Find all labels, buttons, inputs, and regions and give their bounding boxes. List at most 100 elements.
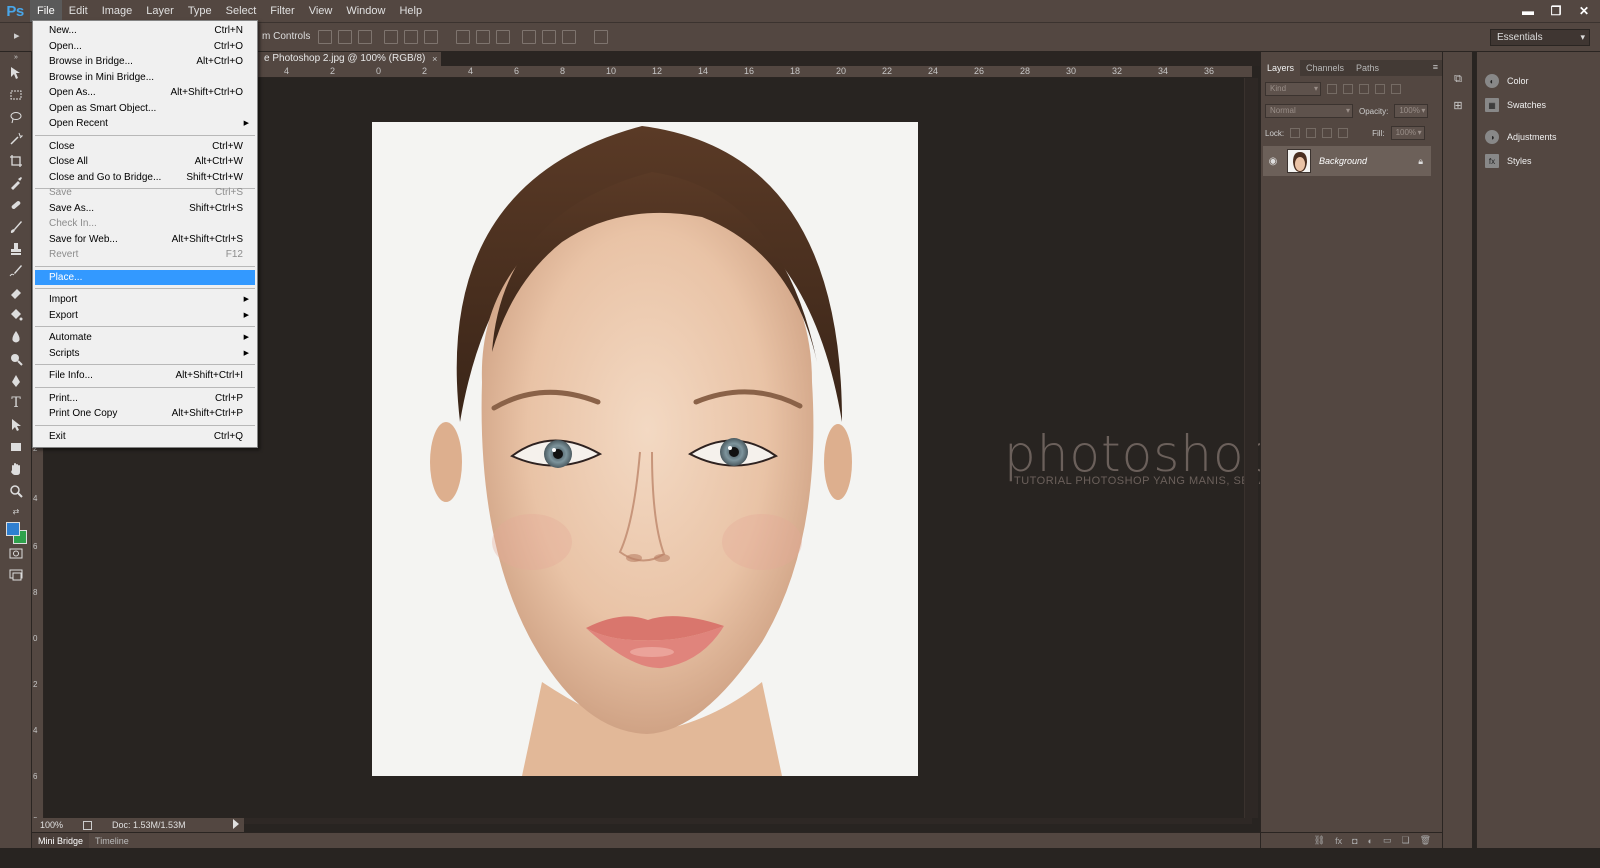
layer-style-icon[interactable]: fx [1335,836,1342,846]
history-panel-icon[interactable]: ⧉ [1443,66,1473,92]
tab-paths[interactable]: Paths [1350,60,1385,76]
menu-select[interactable]: Select [219,0,264,22]
filter-pixel-icon[interactable] [1327,84,1337,94]
filter-smart-object-icon[interactable] [1391,84,1401,94]
clone-stamp-tool-icon[interactable] [0,238,32,260]
file-menu-item-save-as[interactable]: Save As... Shift+Ctrl+S [33,201,257,216]
file-menu-item-close-and-go-to-bridge[interactable]: Close and Go to Bridge... Shift+Ctrl+W [33,170,257,185]
file-menu-item-save-for-web[interactable]: Save for Web... Alt+Shift+Ctrl+S [33,232,257,247]
swatches-panel-button[interactable]: ▦ Swatches [1485,98,1546,112]
document-tab[interactable]: e Photoshop 2.jpg @ 100% (RGB/8) × [254,52,442,66]
kind-filter-select[interactable]: Kind [1265,82,1321,96]
add-mask-icon[interactable]: ◘ [1352,836,1357,846]
lock-image-icon[interactable] [1306,128,1317,138]
file-menu-item-check-in[interactable]: Check In... [33,216,257,231]
paint-bucket-tool-icon[interactable] [0,304,32,326]
menu-help[interactable]: Help [392,0,429,22]
history-brush-tool-icon[interactable] [0,260,32,282]
layer-row[interactable]: ◉ Background 🔒︎ [1263,146,1431,176]
filter-adjustment-icon[interactable] [1343,84,1353,94]
lasso-tool-icon[interactable] [0,106,32,128]
show-transform-controls-label[interactable]: m Controls [262,31,310,42]
status-info-icon[interactable] [83,820,93,830]
menu-layer[interactable]: Layer [139,0,181,22]
lock-position-icon[interactable] [1322,128,1333,138]
path-selection-tool-icon[interactable] [0,414,32,436]
new-layer-icon[interactable]: ❏ [1401,835,1409,846]
distribute-right-icon[interactable] [562,30,576,44]
file-menu-item-close-all[interactable]: Close All Alt+Ctrl+W [33,154,257,169]
close-window-button[interactable]: ✕ [1574,3,1594,19]
pen-tool-icon[interactable] [0,370,32,392]
delete-layer-icon[interactable]: 🗑︎ [1420,835,1431,846]
auto-align-icon[interactable] [594,30,608,44]
align-center-icon[interactable] [404,30,418,44]
lock-icon[interactable]: 🔒︎ [1418,156,1423,167]
opacity-field[interactable]: 100% [1394,104,1429,118]
file-menu-item-print[interactable]: Print... Ctrl+P [33,391,257,406]
menu-window[interactable]: Window [339,0,392,22]
file-menu-item-new[interactable]: New... Ctrl+N [33,23,257,38]
crop-tool-icon[interactable] [0,150,32,172]
distribute-left-icon[interactable] [522,30,536,44]
file-menu-item-open-recent[interactable]: Open Recent ▶ [33,116,257,131]
file-menu-item-place[interactable]: Place... [35,269,255,285]
tools-collapse-icon[interactable]: » [0,52,32,62]
align-middle-icon[interactable] [338,30,352,44]
file-menu-item-automate[interactable]: Automate ▶ [33,330,257,345]
eraser-tool-icon[interactable] [0,282,32,304]
file-menu-item-print-one-copy[interactable]: Print One Copy Alt+Shift+Ctrl+P [33,406,257,421]
eyedropper-tool-icon[interactable] [0,172,32,194]
file-menu-item-scripts[interactable]: Scripts ▶ [33,346,257,361]
eye-icon[interactable]: ◉ [1263,156,1283,167]
rectangle-tool-icon[interactable] [0,436,32,458]
properties-panel-icon[interactable]: ⊞ [1443,92,1473,118]
menu-view[interactable]: View [302,0,340,22]
menu-image[interactable]: Image [95,0,140,22]
file-menu-item-open[interactable]: Open... Ctrl+O [33,39,257,54]
lock-transparent-icon[interactable] [1290,128,1301,138]
quick-mask-icon[interactable] [0,542,32,564]
zoom-tool-icon[interactable] [0,480,32,502]
marquee-tool-icon[interactable] [0,84,32,106]
tab-channels[interactable]: Channels [1300,60,1350,76]
fill-field[interactable]: 100% [1390,126,1425,140]
distribute-top-icon[interactable] [456,30,470,44]
brush-tool-icon[interactable] [0,216,32,238]
styles-panel-button[interactable]: fx Styles [1485,154,1532,168]
adjustment-layer-icon[interactable]: ◐ [1368,836,1373,846]
hand-tool-icon[interactable] [0,458,32,480]
dodge-tool-icon[interactable] [0,348,32,370]
quick-selection-tool-icon[interactable] [0,128,32,150]
tab-mini-bridge[interactable]: Mini Bridge [32,833,90,849]
file-menu-item-revert[interactable]: Revert F12 [33,247,257,262]
menu-file[interactable]: File [30,0,62,22]
blend-mode-select[interactable]: Normal [1265,104,1353,118]
healing-brush-tool-icon[interactable] [0,194,32,216]
file-menu-item-close[interactable]: Close Ctrl+W [33,139,257,154]
align-right-icon[interactable] [424,30,438,44]
menu-type[interactable]: Type [181,0,219,22]
zoom-level[interactable]: 100% [40,820,63,830]
file-menu-item-file-info[interactable]: File Info... Alt+Shift+Ctrl+I [33,368,257,383]
status-menu-arrow-icon[interactable] [233,819,239,829]
align-left-icon[interactable] [384,30,398,44]
link-layers-icon[interactable]: ⛓ [1314,835,1325,846]
lock-all-icon[interactable] [1338,128,1349,138]
menu-edit[interactable]: Edit [62,0,95,22]
vertical-scrollbar[interactable] [1244,78,1258,818]
file-menu-item-export[interactable]: Export ▶ [33,308,257,323]
file-menu-item-open-as[interactable]: Open As... Alt+Shift+Ctrl+O [33,85,257,100]
swap-colors-icon[interactable]: ⇄ [0,502,32,520]
move-tool-icon[interactable] [0,62,32,84]
minimize-button[interactable]: ▬ [1518,3,1538,19]
align-top-icon[interactable] [318,30,332,44]
distribute-center-icon[interactable] [542,30,556,44]
filter-shape-icon[interactable] [1375,84,1385,94]
color-panel-button[interactable]: ◐ Color [1485,74,1529,88]
menu-filter[interactable]: Filter [263,0,301,22]
file-menu-item-import[interactable]: Import ▶ [33,292,257,307]
layer-name[interactable]: Background [1319,156,1418,166]
tab-layers[interactable]: Layers [1261,60,1301,76]
file-menu-item-save[interactable]: Save Ctrl+S [33,185,257,200]
